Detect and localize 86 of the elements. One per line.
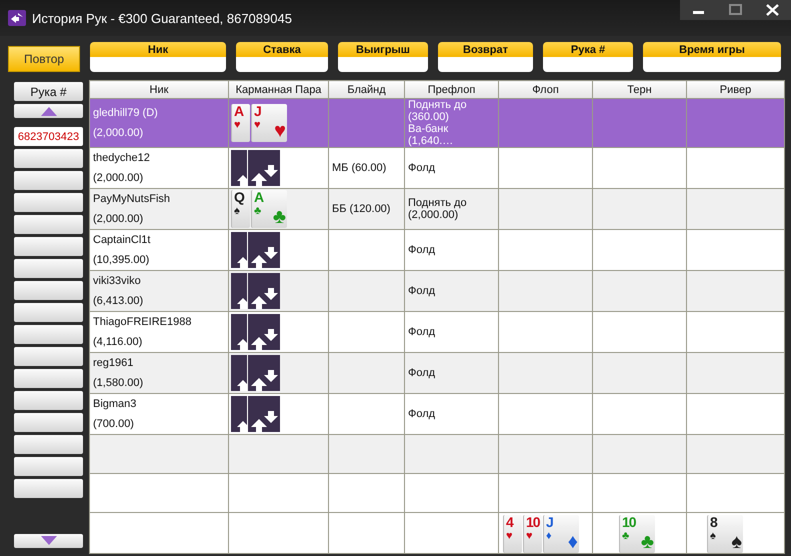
scroll-up-button[interactable] (14, 104, 83, 118)
player-name: Bigman3 (93, 397, 138, 412)
hand-slot[interactable] (14, 457, 83, 476)
column-header: Ривер (686, 80, 784, 98)
column-header: Терн (592, 80, 686, 98)
player-name: reg1961 (93, 356, 134, 371)
filter-field[interactable] (543, 57, 633, 72)
player-stack: (2,000.00) (93, 212, 144, 227)
action-text: Фолд (408, 285, 436, 297)
hand-slot[interactable] (14, 391, 83, 410)
hand-slot[interactable] (14, 215, 83, 234)
player-stack: (2,000.00) (93, 171, 144, 186)
hand-slot[interactable] (14, 413, 83, 432)
playing-card: A ♥ (231, 104, 250, 142)
playing-card: 8 ♠ ♠ (707, 515, 743, 553)
filter-label: Ник (90, 42, 226, 57)
filter-field[interactable] (338, 57, 428, 72)
action-text: Поднять до (408, 99, 468, 111)
hand-slot[interactable] (14, 303, 83, 322)
action-text: Фолд (408, 367, 436, 379)
action-text: Фолд (408, 326, 436, 338)
action-text: Ва-банк (1,640.… (408, 123, 454, 147)
hand-slot[interactable] (14, 479, 83, 498)
action-text: Фолд (408, 408, 436, 420)
hand-slot[interactable] (14, 325, 83, 344)
playing-card: J ♦ ♦ (543, 515, 579, 553)
column-header: Флоп (498, 80, 592, 98)
filter-field[interactable] (643, 57, 781, 72)
column-header: Карманная Пара (228, 80, 328, 98)
column-header: Блайнд (328, 80, 404, 98)
player-stack: (700.00) (93, 417, 135, 432)
player-cell[interactable]: gledhill79 (D) (2,000.00) (90, 98, 228, 148)
filter-label: Время игры (643, 42, 781, 57)
action-text: Фолд (408, 244, 436, 256)
player-name: gledhill79 (D) (93, 106, 159, 121)
hand-slot[interactable] (14, 259, 83, 278)
player-stack: (4,116.00) (93, 335, 144, 350)
playing-card: 4 ♥ (503, 515, 522, 553)
hand-slot[interactable] (14, 171, 83, 190)
blind-text: МБ (60.00) (332, 162, 386, 174)
playing-card: 10 ♣ ♣ (619, 515, 655, 553)
hand-slot[interactable] (14, 237, 83, 256)
action-text: (360.00) (408, 111, 450, 123)
player-cell[interactable]: PayMyNutsFish (2,000.00) (90, 188, 228, 230)
player-cell[interactable]: viki33viko (6,413.00) (90, 270, 228, 312)
playing-card: A ♣ ♣ (251, 190, 287, 228)
player-stack: (10,395.00) (93, 253, 150, 268)
playing-card: J ♥ ♥ (251, 104, 287, 142)
hand-slot[interactable] (14, 369, 83, 388)
filter-label: Выигрыш (338, 42, 428, 57)
hand-slot[interactable] (14, 193, 83, 212)
hand-slot[interactable] (14, 149, 83, 168)
hand-slot[interactable] (14, 281, 83, 300)
window-title: История Рук - €300 Guaranteed, 867089045 (32, 10, 293, 26)
hand-item[interactable]: 6823703423 (14, 127, 83, 146)
action-text: Поднять до (408, 197, 468, 209)
action-text: Фолд (408, 162, 436, 174)
player-name: ThiagoFREIRE1988 (93, 315, 192, 330)
player-name: CaptainCl1t (93, 233, 152, 248)
scroll-down-button[interactable] (14, 534, 83, 548)
player-cell[interactable]: reg1961 (1,580.00) (90, 352, 228, 394)
player-stack: (6,413.00) (93, 294, 144, 309)
hand-slot[interactable] (14, 435, 83, 454)
hand-slot[interactable] (14, 347, 83, 366)
player-stack: (1,580.00) (93, 376, 144, 391)
column-header: Рука # (14, 82, 83, 101)
player-name: viki33viko (93, 274, 142, 289)
action-text: (2,000.00) (408, 209, 460, 221)
filter-field[interactable] (438, 57, 533, 72)
playing-card: 10 ♥ (523, 515, 542, 553)
replay-button[interactable]: Повтор (8, 46, 80, 72)
minimize-button[interactable] (680, 0, 717, 20)
blind-text: ББ (120.00) (332, 203, 390, 215)
filter-label: Ставка (236, 42, 328, 57)
playing-card: Q ♠ (231, 190, 250, 228)
player-stack: (2,000.00) (93, 126, 144, 141)
column-header: Ник (90, 80, 228, 98)
filter-label: Возврат (438, 42, 533, 57)
filter-label: Рука # (543, 42, 633, 57)
player-name: thedyche12 (93, 151, 151, 166)
close-button[interactable] (754, 0, 791, 20)
column-header: Префлоп (404, 80, 498, 98)
filter-field[interactable] (90, 57, 226, 72)
filter-field[interactable] (236, 57, 328, 72)
player-name: PayMyNutsFish (93, 192, 172, 207)
app-icon (8, 10, 26, 26)
